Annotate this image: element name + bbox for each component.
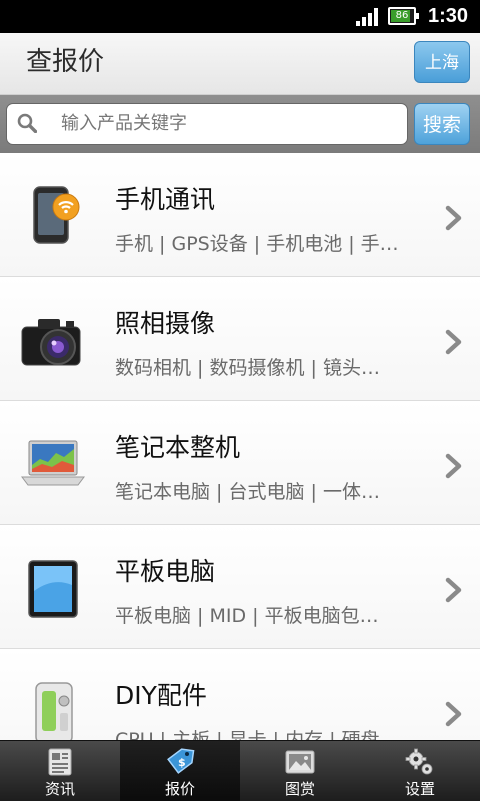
category-subtypes: 手机 | GPS设备 | 手机电池 | 手… — [115, 233, 399, 255]
laptop-icon — [21, 440, 85, 486]
category-name: 笔记本整机 — [115, 433, 241, 462]
battery-level: 86 — [395, 10, 409, 21]
category-subtypes: CPU | 主板 | 显卡 | 内存 | 硬盘 — [115, 729, 380, 740]
news-icon — [48, 748, 72, 776]
battery-icon: 86 — [388, 7, 419, 25]
tab-label: 设置 — [404, 780, 435, 798]
category-subtypes: 数码相机 | 数码摄像机 | 镜头… — [115, 357, 380, 379]
category-subtypes: 笔记本电脑 | 台式电脑 | 一体… — [115, 481, 380, 503]
category-name: 平板电脑 — [115, 557, 216, 586]
phone-wifi-icon — [33, 186, 80, 244]
list-item[interactable]: 笔记本整机 笔记本电脑 | 台式电脑 | 一体… — [0, 401, 480, 525]
tab-label: 图赏 — [284, 780, 315, 798]
category-name: DIY配件 — [115, 681, 207, 710]
list-item[interactable]: 照相摄像 数码相机 | 数码摄像机 | 镜头… — [0, 277, 480, 401]
tab-gallery[interactable]: 图赏 — [240, 741, 360, 801]
search-bar: 输入产品关键字 搜索 — [0, 95, 480, 153]
chevron-right-icon — [445, 453, 462, 479]
list-item[interactable]: DIY配件 CPU | 主板 | 显卡 | 内存 | 硬盘 — [0, 649, 480, 740]
list-item[interactable]: 平板电脑 平板电脑 | MID | 平板电脑包… — [0, 525, 480, 649]
tab-price[interactable]: $ 报价 — [120, 741, 240, 801]
chevron-right-icon — [445, 329, 462, 355]
price-tag-icon: $ — [167, 748, 195, 774]
bottom-tab-bar: 资讯 $ 报价 图赏 设置 — [0, 740, 480, 801]
search-button[interactable]: 搜索 — [414, 103, 470, 145]
page-title: 查报价 — [26, 47, 105, 77]
tablet-icon — [28, 560, 78, 618]
category-name: 照相摄像 — [115, 309, 216, 338]
tab-label: 报价 — [164, 780, 195, 798]
tab-news[interactable]: 资讯 — [0, 741, 120, 801]
title-bar: 查报价 上海 — [0, 33, 480, 95]
category-subtypes: 平板电脑 | MID | 平板电脑包… — [115, 605, 379, 627]
chevron-right-icon — [445, 577, 462, 603]
svg-text:$: $ — [178, 756, 186, 769]
category-name: 手机通讯 — [115, 185, 216, 214]
category-list: 手机通讯 手机 | GPS设备 | 手机电池 | 手… 照相摄像 数码相机 | … — [0, 153, 480, 740]
pc-case-icon — [35, 682, 73, 740]
chevron-right-icon — [445, 205, 462, 231]
tab-settings[interactable]: 设置 — [360, 741, 480, 801]
search-placeholder: 输入产品关键字 — [61, 113, 187, 134]
tab-label: 资讯 — [44, 780, 75, 798]
search-input[interactable]: 输入产品关键字 — [6, 103, 408, 145]
gear-icon — [405, 748, 433, 775]
clock: 1:30 — [428, 5, 469, 27]
chevron-right-icon — [445, 701, 462, 727]
list-item[interactable]: 手机通讯 手机 | GPS设备 | 手机电池 | 手… — [0, 153, 480, 277]
camera-icon — [21, 319, 81, 366]
search-icon — [17, 113, 37, 133]
status-bar: 86 1:30 — [0, 0, 480, 33]
picture-icon — [285, 750, 315, 774]
signal-icon — [356, 8, 382, 26]
city-button[interactable]: 上海 — [414, 41, 470, 83]
